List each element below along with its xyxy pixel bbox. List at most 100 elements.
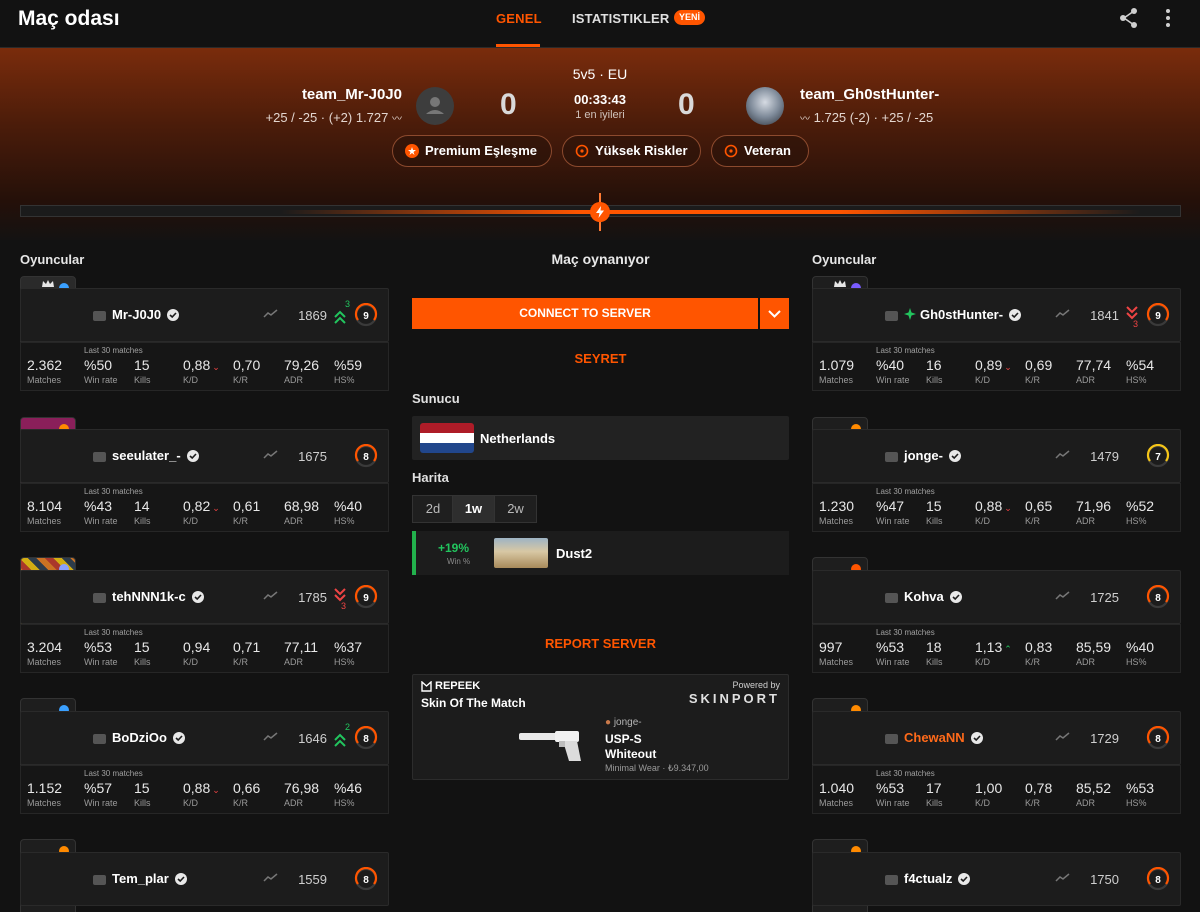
player-name[interactable]: ChewaNN — [904, 730, 965, 745]
stat-winrate: %57 — [84, 780, 113, 796]
player-name[interactable]: f4ctualz — [904, 871, 952, 886]
share-icon[interactable] — [1118, 6, 1140, 30]
trend-icon — [263, 450, 278, 459]
stat-matches: 3.204 — [27, 639, 63, 655]
webcam-icon — [93, 593, 106, 603]
stat-matches: 2.362 — [27, 357, 63, 373]
last-30-label: Last 30 matches — [876, 346, 935, 355]
right-players-title: Oyuncular — [812, 252, 877, 267]
tab-statistics[interactable]: ISTATISTIKLER — [572, 11, 669, 26]
stat-hs-label: HS% — [334, 657, 355, 667]
player-stats: Last 30 matches 1.079 Matches %40 Win rate 16… — [812, 342, 1181, 391]
player-card[interactable]: f4ctualz 1750 8 — [812, 852, 1181, 906]
team-left-score: 0 — [500, 88, 517, 121]
connect-dropdown-button[interactable] — [760, 298, 789, 329]
player-card[interactable]: seeulater_- 1675 8 — [20, 429, 389, 483]
player-name[interactable]: seeulater_- — [112, 448, 181, 463]
stat-adr: 79,26 — [284, 357, 320, 373]
svg-text:8: 8 — [363, 875, 369, 886]
high-risk-pill[interactable]: Yüksek Riskler — [562, 135, 701, 167]
stat-kills: 17 — [926, 780, 942, 796]
svg-text:7: 7 — [1155, 452, 1161, 463]
trend-icon — [1055, 873, 1070, 882]
stat-hs: %46 — [334, 780, 363, 796]
range-2d-button[interactable]: 2d — [412, 495, 454, 523]
skill-level-icon: 8 — [1146, 726, 1170, 750]
kd-down-icon: ⌄ — [1004, 503, 1012, 513]
team-left-meta: +25 / -25 · (+2) 1.727 〰 — [265, 110, 402, 125]
server-label: Sunucu — [412, 391, 460, 406]
player-card[interactable]: Gh0stHunter- 1841 3 9 — [812, 288, 1181, 342]
stat-hs: %59 — [334, 357, 363, 373]
webcam-icon — [93, 452, 106, 462]
map-name: Dust2 — [556, 546, 593, 561]
skin-wear-price: Minimal Wear · ₺9.347,00 — [605, 763, 709, 773]
team-right-avatar — [746, 87, 784, 125]
range-1w-button[interactable]: 1w — [452, 495, 495, 523]
veteran-pill[interactable]: Veteran — [711, 135, 809, 167]
team-right-meta: 〰 1.725 (-2) · +25 / -25 — [800, 110, 934, 125]
verified-icon — [187, 450, 199, 462]
pistol-icon — [519, 731, 581, 761]
player-name[interactable]: Gh0stHunter- — [920, 307, 1003, 322]
connect-server-button[interactable]: CONNECT TO SERVER — [412, 298, 758, 329]
range-2w-button[interactable]: 2w — [494, 495, 537, 523]
skinport-logo: SKINPORT — [688, 691, 780, 706]
player-card[interactable]: Tem_plar 1559 8 — [20, 852, 389, 906]
stat-matches-label: Matches — [819, 375, 854, 385]
player-stats: Last 30 matches 997 Matches %53 Win rate 18 Ki… — [812, 624, 1181, 673]
tab-general[interactable]: GENEL — [496, 11, 542, 26]
crown-icon — [42, 280, 54, 287]
player-name[interactable]: Tem_plar — [112, 871, 169, 886]
map-row[interactable]: +19% Win % Dust2 — [412, 531, 789, 575]
player-card[interactable]: jonge- 1479 7 — [812, 429, 1181, 483]
trend-icon — [1055, 309, 1070, 318]
elo-up-icon — [334, 310, 346, 324]
server-name: Netherlands — [480, 431, 556, 446]
player-elo: 1675 — [298, 449, 327, 464]
stat-matches: 997 — [819, 639, 843, 655]
player-name[interactable]: Mr-J0J0 — [112, 307, 161, 322]
stat-hs: %40 — [334, 498, 363, 514]
svg-text:9: 9 — [363, 311, 369, 322]
team-right-name[interactable]: team_Gh0stHunter- — [800, 86, 939, 103]
stat-winrate: %40 — [876, 357, 905, 373]
powered-by: Powered by — [732, 680, 780, 690]
skin-of-the-match-card[interactable]: REPEEK Skin Of The Match Powered by SKIN… — [412, 674, 789, 780]
report-server-button[interactable]: REPORT SERVER — [412, 636, 789, 651]
player-card[interactable]: Kohva 1725 8 — [812, 570, 1181, 624]
player-name[interactable]: jonge- — [904, 448, 943, 463]
stat-winrate-label: Win rate — [84, 657, 118, 667]
player-elo: 1646 — [298, 731, 327, 746]
player-name[interactable]: BoDziOo — [112, 730, 167, 745]
elo-change: 3 — [341, 601, 347, 611]
premium-matchmaking-pill[interactable]: Premium Eşleşme — [392, 135, 552, 167]
kd-down-icon: ⌄ — [212, 503, 220, 513]
crosshair-icon — [575, 144, 589, 158]
skill-level-icon: 8 — [354, 726, 378, 750]
stat-winrate: %53 — [876, 639, 905, 655]
player-name[interactable]: Kohva — [904, 589, 944, 604]
stat-kd-label: K/D — [183, 375, 199, 385]
stat-kills: 15 — [926, 498, 942, 514]
player-card[interactable]: tehNNN1k-c 1785 3 9 — [20, 570, 389, 624]
stat-kr-label: K/R — [1025, 516, 1041, 526]
team-left-name[interactable]: team_Mr-J0J0 — [302, 86, 402, 103]
watch-button[interactable]: SEYRET — [412, 351, 789, 366]
svg-text:8: 8 — [363, 734, 369, 745]
player-stats: Last 30 matches 2.362 Matches %50 Win rate 15… — [20, 342, 389, 391]
stat-kills: 16 — [926, 357, 942, 373]
player-card[interactable]: BoDziOo 1646 2 8 — [20, 711, 389, 765]
player-card[interactable]: Mr-J0J0 1869 3 9 — [20, 288, 389, 342]
stat-kills-label: Kills — [134, 375, 151, 385]
team-right-score: 0 — [678, 88, 695, 121]
player-card[interactable]: ChewaNN 1729 8 — [812, 711, 1181, 765]
map-label: Harita — [412, 470, 449, 485]
player-name[interactable]: tehNNN1k-c — [112, 589, 186, 604]
last-30-label: Last 30 matches — [84, 769, 143, 778]
stat-hs-label: HS% — [334, 375, 355, 385]
star-icon — [405, 144, 419, 158]
verified-icon — [1009, 309, 1021, 321]
more-vertical-icon[interactable] — [1160, 6, 1176, 30]
stat-kd-label: K/D — [183, 516, 199, 526]
